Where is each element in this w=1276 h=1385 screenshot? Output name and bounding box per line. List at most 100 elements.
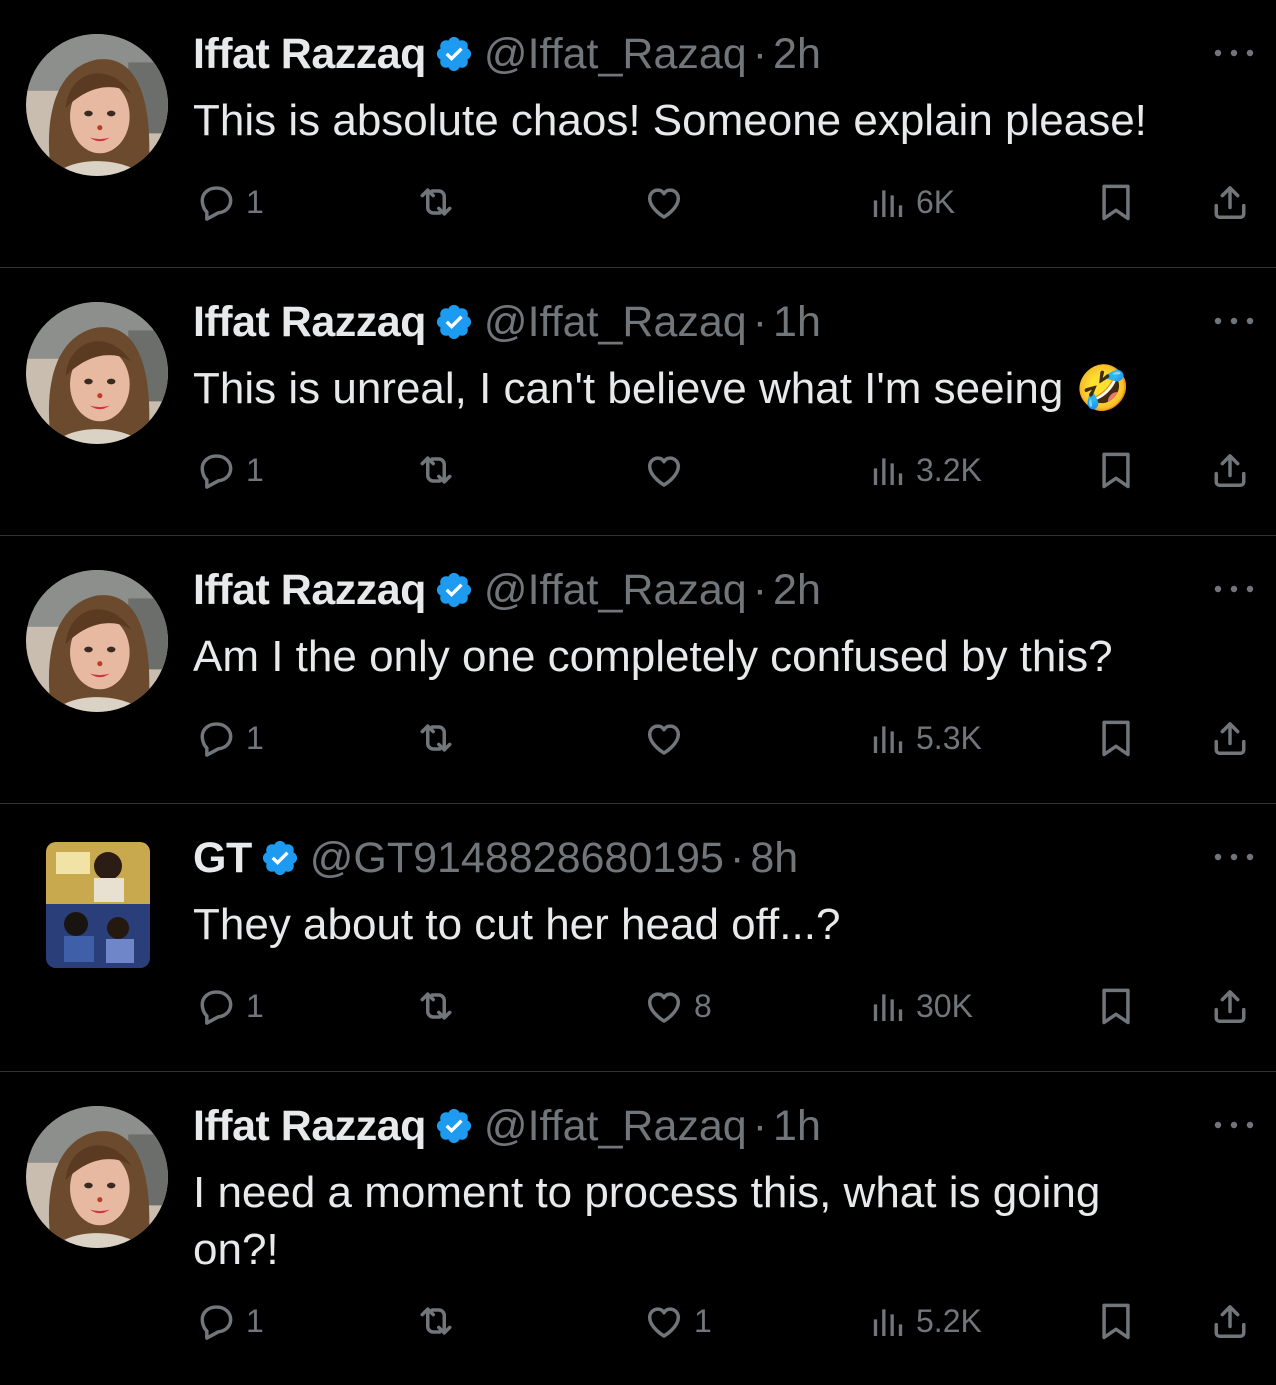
views-button[interactable]: 3.2K <box>868 440 982 500</box>
avatar[interactable] <box>26 1106 168 1248</box>
user-handle[interactable]: @Iffat_Razaq <box>484 562 747 618</box>
retweet-icon <box>414 1299 458 1343</box>
display-name[interactable]: Iffat Razzaq <box>193 562 426 618</box>
tweet-text: They about to cut her head off...? <box>193 896 1253 953</box>
timestamp[interactable]: 2h <box>773 26 821 82</box>
tweet-text-body: This is absolute chaos! Someone explain … <box>193 96 1147 145</box>
reply-button[interactable]: 1 <box>194 708 264 768</box>
more-options-icon[interactable] <box>1212 306 1256 336</box>
reply-icon <box>194 180 238 224</box>
reply-icon <box>194 984 238 1028</box>
action-bar: 1 8 30K <box>0 976 1276 1036</box>
more-options-icon[interactable] <box>1212 574 1256 604</box>
timeline-feed: Iffat Razzaq @Iffat_Razaq · 2h This is a… <box>0 0 1276 1385</box>
share-button[interactable] <box>1208 172 1252 232</box>
action-bar: 1 5.3K <box>0 708 1276 768</box>
tweet-text: I need a moment to process this, what is… <box>193 1164 1253 1278</box>
like-button[interactable]: 1 <box>642 1291 712 1351</box>
separator-dot: · <box>729 834 745 882</box>
tweet-header: Iffat Razzaq @Iffat_Razaq · 1h <box>193 1098 821 1154</box>
reply-icon <box>194 448 238 492</box>
display-name[interactable]: GT <box>193 830 252 886</box>
avatar[interactable] <box>26 302 168 444</box>
display-name[interactable]: Iffat Razzaq <box>193 294 426 350</box>
user-handle[interactable]: @Iffat_Razaq <box>484 294 747 350</box>
views-button[interactable]: 5.3K <box>868 708 982 768</box>
analytics-icon <box>868 986 908 1026</box>
retweet-button[interactable] <box>414 440 466 500</box>
separator-dot: · <box>752 30 768 78</box>
heart-icon <box>642 1299 686 1343</box>
reply-button[interactable]: 1 <box>194 976 264 1036</box>
like-button[interactable] <box>642 708 694 768</box>
tweet[interactable]: Iffat Razzaq @Iffat_Razaq · 1h This is u… <box>0 268 1276 536</box>
like-button[interactable]: 8 <box>642 976 712 1036</box>
retweet-icon <box>414 180 458 224</box>
reply-icon <box>194 1299 238 1343</box>
separator-dot: · <box>752 298 768 346</box>
separator-dot: · <box>752 1102 768 1150</box>
avatar[interactable] <box>26 570 168 712</box>
views-button[interactable]: 5.2K <box>868 1291 982 1351</box>
tweet-text-body: Am I the only one completely confused by… <box>193 632 1113 681</box>
share-button[interactable] <box>1208 1291 1252 1351</box>
user-handle[interactable]: @Iffat_Razaq <box>484 1098 747 1154</box>
tweet[interactable]: Iffat Razzaq @Iffat_Razaq · 2h This is a… <box>0 0 1276 268</box>
bookmark-button[interactable] <box>1094 708 1138 768</box>
tweet[interactable]: Iffat Razzaq @Iffat_Razaq · 1h I need a … <box>0 1072 1276 1385</box>
user-handle[interactable]: @Iffat_Razaq <box>484 26 747 82</box>
action-bar: 1 6K <box>0 172 1276 232</box>
reply-count: 1 <box>246 1302 264 1339</box>
retweet-button[interactable] <box>414 1291 466 1351</box>
like-count: 1 <box>694 1302 712 1339</box>
user-handle[interactable]: @GT9148828680195 <box>310 830 724 886</box>
display-name[interactable]: Iffat Razzaq <box>193 1098 426 1154</box>
like-button[interactable] <box>642 440 694 500</box>
retweet-button[interactable] <box>414 708 466 768</box>
analytics-icon <box>868 450 908 490</box>
reply-button[interactable]: 1 <box>194 1291 264 1351</box>
bookmark-button[interactable] <box>1094 1291 1138 1351</box>
tweet[interactable]: Iffat Razzaq @Iffat_Razaq · 2h Am I the … <box>0 536 1276 804</box>
share-icon <box>1208 716 1252 760</box>
share-button[interactable] <box>1208 976 1252 1036</box>
reply-icon <box>194 716 238 760</box>
reply-count: 1 <box>246 719 264 756</box>
tweet-header: Iffat Razzaq @Iffat_Razaq · 1h <box>193 294 821 350</box>
tweet-header: Iffat Razzaq @Iffat_Razaq · 2h <box>193 26 821 82</box>
reply-count: 1 <box>246 451 264 488</box>
share-button[interactable] <box>1208 708 1252 768</box>
tweet-text: This is unreal, I can't believe what I'm… <box>193 360 1253 417</box>
timestamp[interactable]: 1h <box>773 1098 821 1154</box>
reply-button[interactable]: 1 <box>194 172 264 232</box>
bookmark-icon <box>1094 984 1138 1028</box>
views-button[interactable]: 30K <box>868 976 973 1036</box>
retweet-button[interactable] <box>414 172 466 232</box>
timestamp[interactable]: 1h <box>773 294 821 350</box>
timestamp[interactable]: 2h <box>773 562 821 618</box>
more-options-icon[interactable] <box>1212 1110 1256 1140</box>
action-bar: 1 1 5.2K <box>0 1291 1276 1351</box>
tweet[interactable]: GT @GT9148828680195 · 8h They about to c… <box>0 804 1276 1072</box>
avatar[interactable] <box>46 842 150 968</box>
timestamp[interactable]: 8h <box>750 830 798 886</box>
more-options-icon[interactable] <box>1212 842 1256 872</box>
verified-badge-icon <box>434 1106 474 1146</box>
views-button[interactable]: 6K <box>868 172 955 232</box>
bookmark-button[interactable] <box>1094 976 1138 1036</box>
share-icon <box>1208 1299 1252 1343</box>
separator-dot: · <box>752 566 768 614</box>
verified-badge-icon <box>434 34 474 74</box>
action-bar: 1 3.2K <box>0 440 1276 500</box>
bookmark-button[interactable] <box>1094 440 1138 500</box>
more-options-icon[interactable] <box>1212 38 1256 68</box>
display-name[interactable]: Iffat Razzaq <box>193 26 426 82</box>
retweet-button[interactable] <box>414 976 466 1036</box>
reply-button[interactable]: 1 <box>194 440 264 500</box>
like-button[interactable] <box>642 172 694 232</box>
rolling-laughing-emoji: 🤣 <box>1075 364 1131 413</box>
analytics-icon <box>868 1301 908 1341</box>
bookmark-button[interactable] <box>1094 172 1138 232</box>
share-button[interactable] <box>1208 440 1252 500</box>
avatar[interactable] <box>26 34 168 176</box>
